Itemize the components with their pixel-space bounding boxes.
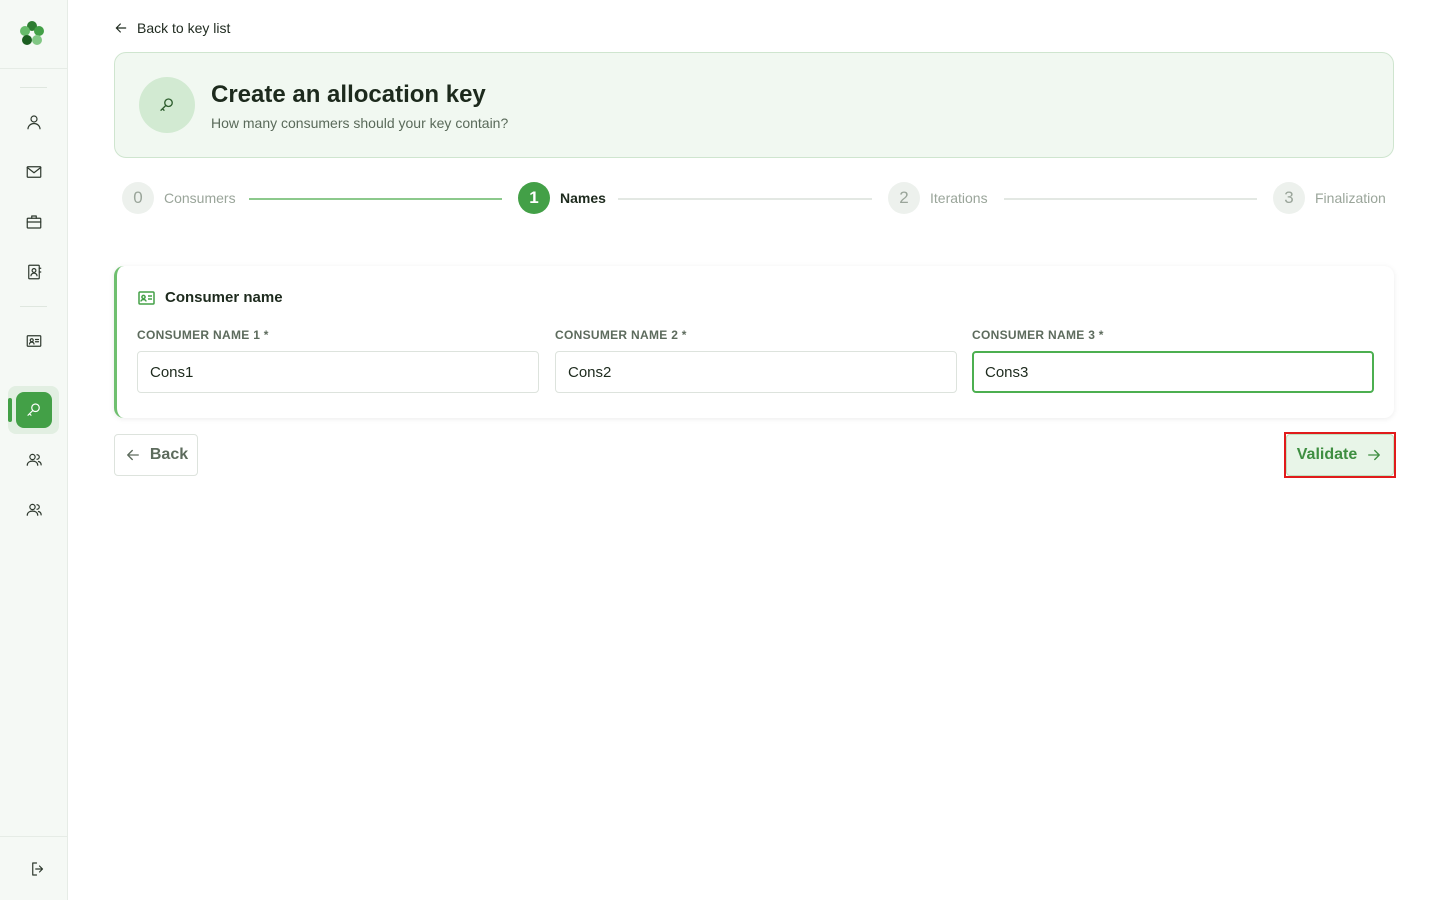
card-header: Consumer name <box>138 289 283 306</box>
stepper-connector <box>618 198 872 200</box>
consumer-name-2-field: CONSUMER NAME 2 * <box>555 328 957 393</box>
back-button-label: Back <box>149 446 189 463</box>
step-label: Finalization <box>1315 190 1386 206</box>
sidebar-item-producers[interactable] <box>16 492 52 528</box>
arrow-left-icon <box>126 449 139 461</box>
key-icon <box>27 403 40 416</box>
sidebar-item-profile[interactable] <box>16 104 52 140</box>
page-title: Create an allocation key <box>211 81 486 108</box>
back-to-key-list-link[interactable]: Back to key list <box>113 20 230 36</box>
key-icon <box>160 98 173 111</box>
sidebar-item-projects[interactable] <box>16 204 52 240</box>
sidebar-item-allocation-keys[interactable] <box>16 392 52 428</box>
validate-button[interactable]: Validate <box>1286 434 1394 476</box>
logout-button[interactable] <box>20 851 56 887</box>
briefcase-icon <box>26 215 42 229</box>
page-header-banner: Create an allocation key How many consum… <box>114 52 1394 158</box>
field-label: CONSUMER NAME 3 * <box>972 328 1104 342</box>
step-label: Iterations <box>930 190 988 206</box>
validate-button-label: Validate <box>1296 446 1358 463</box>
stepper-connector <box>1004 198 1257 200</box>
stepper: 0 Consumers 1 Names 2 Iterations 3 Final… <box>122 182 1386 216</box>
sidebar-divider <box>20 306 47 307</box>
logo-icon[interactable] <box>17 18 47 48</box>
step-label: Names <box>560 190 606 206</box>
sidebar-active-indicator <box>8 398 12 422</box>
field-label: CONSUMER NAME 1 * <box>137 328 269 342</box>
page-subtitle: How many consumers should your key conta… <box>211 115 509 131</box>
field-label: CONSUMER NAME 2 * <box>555 328 687 342</box>
mail-icon <box>26 166 42 178</box>
sidebar-item-messages[interactable] <box>16 154 52 190</box>
id-card-icon <box>26 335 42 347</box>
step-number: 2 <box>888 182 920 214</box>
sidebar-divider <box>20 87 47 88</box>
sidebar-item-contacts[interactable] <box>16 254 52 290</box>
arrow-right-icon <box>1368 449 1381 461</box>
consumer-name-1-input[interactable] <box>137 351 539 393</box>
sidebar-divider <box>0 836 67 837</box>
arrow-left-icon <box>115 23 127 33</box>
card-title: Consumer name <box>165 289 283 306</box>
step-number: 0 <box>122 182 154 214</box>
consumer-name-3-input[interactable] <box>972 351 1374 393</box>
stepper-connector <box>249 198 502 200</box>
step-consumers[interactable]: 0 Consumers <box>122 182 236 214</box>
consumer-name-2-input[interactable] <box>555 351 957 393</box>
back-to-key-list-label: Back to key list <box>137 20 231 36</box>
users-icon <box>26 503 42 516</box>
sidebar-divider <box>0 68 67 69</box>
id-card-icon <box>138 290 155 305</box>
step-names[interactable]: 1 Names <box>518 182 606 214</box>
hero-icon-circle <box>139 77 195 133</box>
consumer-name-1-field: CONSUMER NAME 1 * <box>137 328 539 393</box>
sidebar-item-consumers[interactable] <box>16 442 52 478</box>
back-button[interactable]: Back <box>114 434 198 476</box>
logout-icon <box>32 862 44 876</box>
consumer-name-3-field: CONSUMER NAME 3 * <box>972 328 1374 393</box>
contact-book-icon <box>28 264 42 280</box>
consumer-name-card: Consumer name CONSUMER NAME 1 * CONSUMER… <box>114 266 1394 418</box>
step-iterations[interactable]: 2 Iterations <box>888 182 988 214</box>
user-icon <box>27 115 41 130</box>
sidebar <box>0 0 68 900</box>
step-label: Consumers <box>164 190 236 206</box>
users-icon <box>26 453 42 466</box>
sidebar-item-identity[interactable] <box>16 323 52 359</box>
step-finalization[interactable]: 3 Finalization <box>1273 182 1386 214</box>
step-number: 3 <box>1273 182 1305 214</box>
step-number: 1 <box>518 182 550 214</box>
